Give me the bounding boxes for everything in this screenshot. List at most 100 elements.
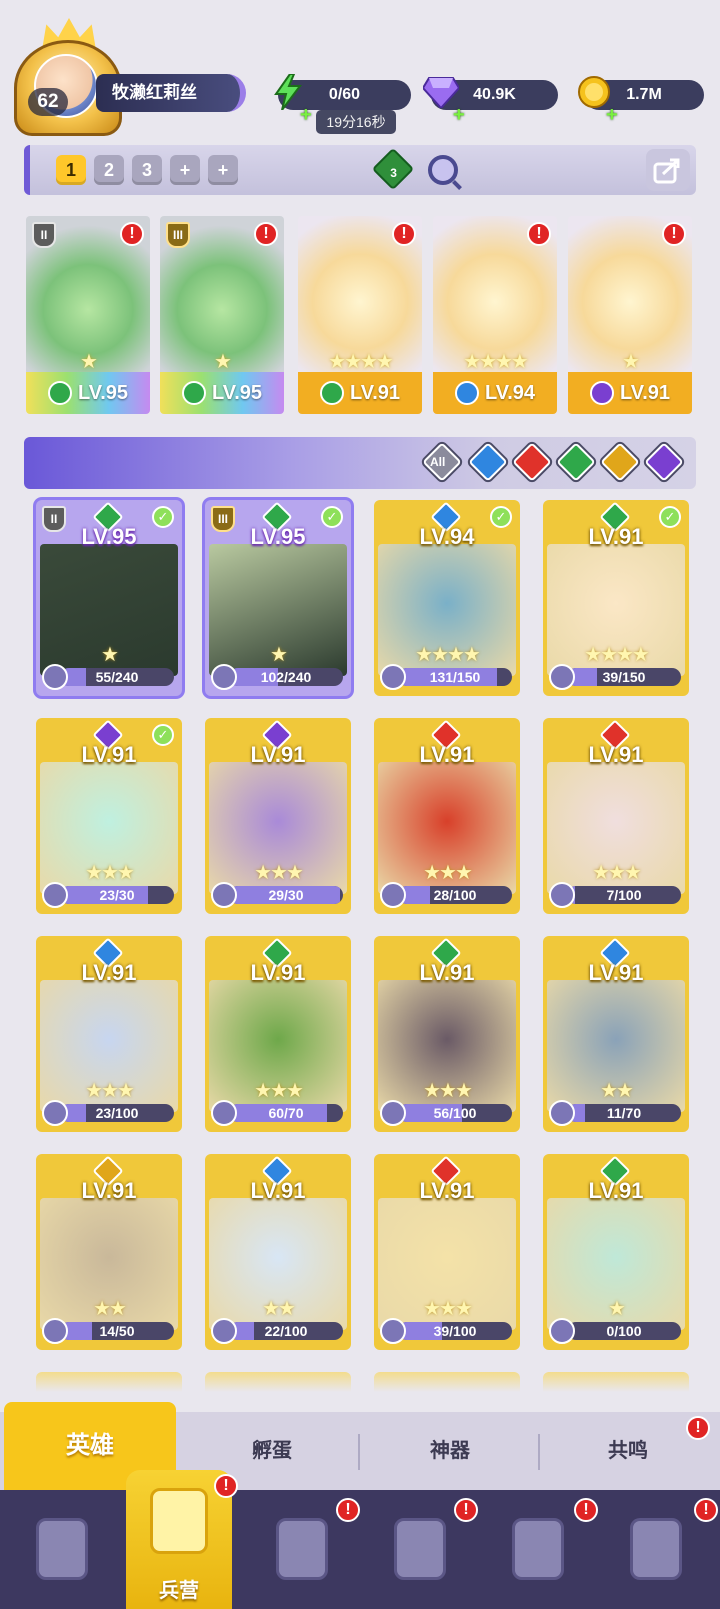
team-hero-card[interactable]: ★ LV.91 ! — [568, 216, 692, 414]
team-hero-card[interactable]: ★★★★ LV.91 ! — [298, 216, 422, 414]
nav-castle[interactable]: ! — [374, 1498, 478, 1598]
shard-progress-bar: 11/70 — [567, 1104, 681, 1122]
nav-book[interactable]: ! — [256, 1498, 360, 1598]
nav-guild[interactable]: ! — [610, 1498, 718, 1598]
hero-level: LV.91 — [588, 1178, 644, 1203]
rank-badge: II — [32, 222, 56, 248]
add-team-button[interactable]: + — [170, 155, 200, 185]
hero-card[interactable]: LV.95 ★ 55/240 ✓ II — [36, 500, 182, 696]
hero-stars: ★★★ — [85, 1080, 135, 1102]
add-gems-icon[interactable]: + — [453, 100, 465, 130]
hero-card[interactable]: LV.95 ★ 102/240 ✓ III — [205, 500, 351, 696]
hero-level: LV.91 — [81, 1178, 137, 1203]
hero-card[interactable]: LV.91 ★★ 22/100 — [205, 1154, 351, 1350]
hero-card[interactable]: LV.91 ★★★ 23/30 ✓ — [36, 718, 182, 914]
search-icon[interactable] — [428, 155, 458, 185]
shard-progress-text: 23/100 — [95, 1105, 139, 1121]
green-element-icon — [47, 381, 72, 405]
team-tab-3[interactable]: 3 — [132, 155, 162, 185]
filter-light-icon[interactable] — [600, 442, 640, 482]
hero-level: LV.91 — [419, 1178, 475, 1203]
shard-progress-bar: 56/100 — [398, 1104, 512, 1122]
team-gem-icon[interactable]: 3 — [371, 147, 415, 191]
team-hero-card[interactable]: ★ LV.95 ! II — [26, 216, 150, 414]
team-hero-level: LV.91 — [349, 381, 401, 404]
hero-card[interactable]: LV.91 ★★★ 7/100 — [543, 718, 689, 914]
team-hero-card[interactable]: ★★★★ LV.94 ! — [433, 216, 557, 414]
team-hero-footer: LV.91 — [298, 372, 422, 414]
blue-element-icon — [454, 381, 479, 405]
shard-progress-bar: 14/50 — [60, 1322, 174, 1340]
hero-card[interactable]: LV.94 ★★★★ 131/150 ✓ — [374, 500, 520, 696]
book-icon — [276, 1518, 328, 1580]
team-hero-level: LV.95 — [77, 381, 129, 404]
rank-badge: III — [166, 222, 190, 248]
alert-icon: ! — [454, 1498, 478, 1522]
team-tab-1[interactable]: 1 — [56, 155, 86, 185]
add-coins-icon[interactable]: + — [606, 100, 618, 130]
team-tab-2[interactable]: 2 — [94, 155, 124, 185]
in-team-check-icon: ✓ — [490, 506, 512, 528]
hero-card[interactable]: LV.91 ★★★ 29/30 — [205, 718, 351, 914]
hero-card-partial — [36, 1372, 182, 1392]
alert-icon: ! — [336, 1498, 360, 1522]
hero-card[interactable]: LV.91 ★★★★ 39/150 ✓ — [543, 500, 689, 696]
hero-stars: ★★★★ — [463, 351, 529, 373]
hero-card[interactable]: LV.91 ★★★ 39/100 — [374, 1154, 520, 1350]
hero-card[interactable]: LV.91 ★★ 14/50 — [36, 1154, 182, 1350]
sub-tab-bar: 英雄 孵蛋 神器 共鸣 ! — [0, 1402, 720, 1490]
hero-card-partial — [374, 1372, 520, 1392]
shard-progress-bar: 55/240 — [60, 668, 174, 686]
tab-artifacts[interactable]: 神器 — [362, 1412, 538, 1490]
in-team-check-icon: ✓ — [152, 506, 174, 528]
rank-badge: II — [42, 506, 66, 532]
energy-value: 0/60 — [328, 86, 361, 103]
hero-stars: ★★★ — [85, 862, 135, 884]
hero-card[interactable]: LV.91 ★★★ 28/100 — [374, 718, 520, 914]
hero-stars: ★★ — [600, 1080, 634, 1102]
shard-progress-text: 14/50 — [99, 1323, 135, 1339]
shard-progress-text: 60/70 — [268, 1105, 304, 1121]
shard-progress-text: 39/150 — [602, 669, 646, 685]
hero-card[interactable]: LV.91 ★★★ 60/70 — [205, 936, 351, 1132]
team-bar: 1 2 3 + + 3 — [24, 145, 696, 195]
hero-stars: ★★★ — [423, 1080, 473, 1102]
share-button[interactable] — [646, 149, 690, 191]
hero-stars: ★ — [214, 351, 232, 373]
hero-card[interactable]: LV.91 ★★ 11/70 — [543, 936, 689, 1132]
bottom-nav: 兵营 ! ! ! ! ! — [0, 1470, 720, 1609]
hero-stars: ★★★★ — [584, 644, 650, 666]
player-name[interactable]: 牧濑红莉丝 — [96, 74, 246, 112]
gems-counter[interactable]: + 40.9K — [423, 77, 558, 126]
shard-progress-text: 7/100 — [606, 887, 642, 903]
hero-card[interactable]: LV.91 ★★★ 56/100 — [374, 936, 520, 1132]
hero-stars: ★ — [270, 644, 288, 666]
filter-dark-icon[interactable] — [644, 442, 684, 482]
shard-progress-text: 28/100 — [433, 887, 477, 903]
hero-stars: ★★★★ — [328, 351, 394, 373]
nav-cards[interactable] — [16, 1502, 106, 1598]
hero-level: LV.94 — [419, 524, 475, 549]
hero-stars: ★★★★ — [415, 644, 481, 666]
team-hero-footer: LV.95 — [160, 372, 284, 414]
filter-fire-icon[interactable] — [512, 442, 552, 482]
hero-card-partial — [543, 1372, 689, 1392]
filter-nature-icon[interactable] — [556, 442, 596, 482]
coins-counter[interactable]: + 1.7M — [578, 76, 704, 126]
filter-water-icon[interactable] — [468, 442, 508, 482]
nav-mushroom[interactable]: ! — [492, 1498, 598, 1598]
hero-card[interactable]: LV.91 ★ 0/100 — [543, 1154, 689, 1350]
shard-progress-bar: 29/30 — [229, 886, 343, 904]
team-hero-card[interactable]: ★ LV.95 ! III — [160, 216, 284, 414]
shard-progress-bar: 39/100 — [398, 1322, 512, 1340]
shard-icon — [42, 1100, 68, 1126]
add-energy-icon[interactable]: + — [300, 100, 312, 130]
hero-card[interactable]: LV.91 ★★★ 23/100 — [36, 936, 182, 1132]
energy-counter[interactable]: + 0/60 — [274, 74, 411, 126]
rose-icon — [150, 1488, 208, 1554]
shard-progress-text: 23/30 — [99, 887, 135, 903]
add-team-button-2[interactable]: + — [208, 155, 238, 185]
alert-icon: ! — [214, 1474, 238, 1498]
shield-icon — [630, 1518, 682, 1580]
nav-barracks[interactable]: 兵营 ! — [126, 1470, 238, 1609]
